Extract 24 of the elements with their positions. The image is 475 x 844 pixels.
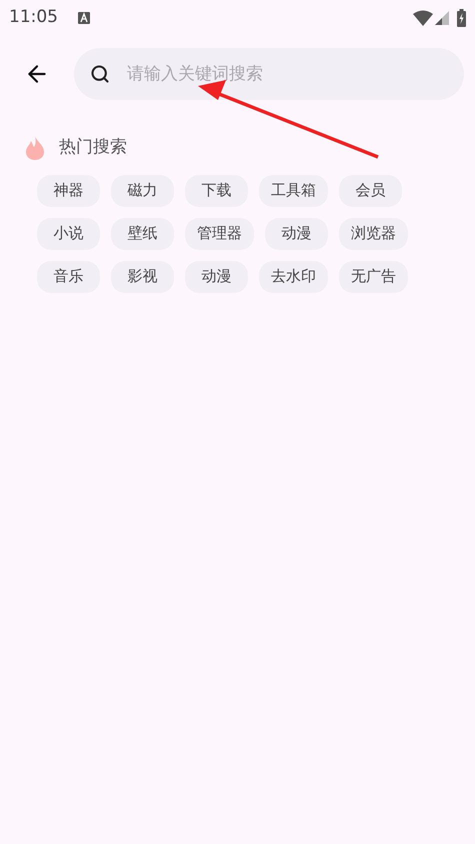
tag-chip[interactable]: 工具箱 — [259, 174, 328, 206]
search-icon — [90, 64, 110, 84]
tag-chip[interactable]: 浏览器 — [339, 218, 408, 250]
status-time: 11:05 — [9, 6, 58, 30]
tag-chip[interactable]: 神器 — [37, 174, 100, 206]
tag-chip[interactable]: 音乐 — [37, 260, 100, 292]
tag-chip[interactable]: 去水印 — [259, 260, 328, 292]
section-title: 热门搜索 — [59, 136, 127, 159]
battery-icon — [457, 9, 466, 27]
tag-chip[interactable]: 动漫 — [265, 218, 328, 250]
wifi-icon — [413, 10, 433, 26]
tag-chip[interactable]: 壁纸 — [111, 218, 174, 250]
signal-icon — [435, 11, 449, 25]
tag-chip[interactable]: 无广告 — [339, 260, 408, 292]
keyboard-icon — [78, 12, 90, 24]
tag-chip[interactable]: 下载 — [185, 174, 248, 206]
tag-chip[interactable]: 磁力 — [111, 174, 174, 206]
tag-chip[interactable]: 动漫 — [185, 260, 248, 292]
tag-chip[interactable]: 小说 — [37, 218, 100, 250]
search-field[interactable]: 请输入关键词搜索 — [74, 48, 464, 100]
tag-chip[interactable]: 管理器 — [185, 218, 254, 250]
tag-chip[interactable]: 会员 — [339, 174, 402, 206]
flame-icon — [25, 136, 45, 160]
tag-chip[interactable]: 影视 — [111, 260, 174, 292]
